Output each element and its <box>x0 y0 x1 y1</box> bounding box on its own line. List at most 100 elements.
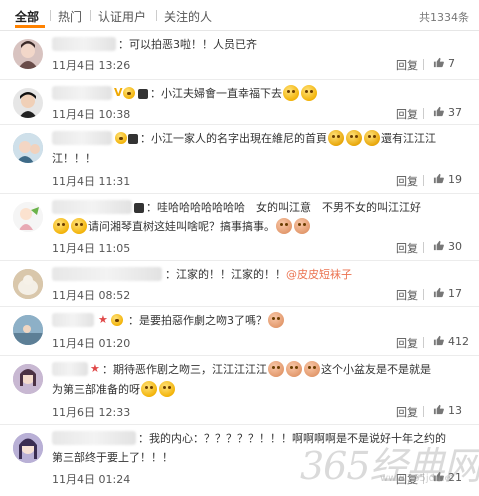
reply-button[interactable]: 回复 <box>396 173 418 189</box>
medal-icon <box>111 314 123 326</box>
heart-eyes-emoji-icon <box>268 312 284 328</box>
tab-following[interactable]: 关注的人 <box>164 8 212 25</box>
like-count: 30 <box>448 240 462 253</box>
tab-all[interactable]: 全部 <box>15 8 39 25</box>
reply-button[interactable]: 回复 <box>396 106 418 122</box>
thumbs-up-icon <box>433 287 444 298</box>
member-badge-icon <box>128 134 138 144</box>
like-button[interactable]: 17 <box>433 287 462 300</box>
crying-emoji-icon <box>268 361 284 377</box>
comment-text-line2: 请问湘琴直树这娃叫啥呢？搞事搞事。 <box>52 218 471 235</box>
avatar[interactable] <box>13 315 43 345</box>
like-button[interactable]: 37 <box>433 106 462 119</box>
username-redacted[interactable] <box>52 86 112 100</box>
reply-button[interactable]: 回复 <box>396 335 418 351</box>
comment-item: ：小江一家人的名字出現在維尼的首頁 還有江江江 江！！！ 11月4日 11:31 … <box>0 125 479 194</box>
thumbs-up-icon <box>433 173 444 184</box>
tab-divider <box>90 10 91 21</box>
laughing-emoji-icon <box>53 218 69 234</box>
thumbs-up-icon <box>433 106 444 117</box>
crying-emoji-icon <box>304 361 320 377</box>
action-divider <box>423 59 424 70</box>
comment-text: ：小江夫婦會一直幸福下去 <box>150 85 471 102</box>
username-redacted[interactable] <box>52 200 132 214</box>
comment-time: 11月4日 11:31 <box>52 175 131 188</box>
comment-item: ：江家的！！江家的！！@皮皮短袜子 11月4日 08:52 回复 17 <box>0 261 479 307</box>
thumbs-up-icon <box>433 57 444 68</box>
avatar[interactable] <box>13 269 43 299</box>
comment-text: ：是要拍惡作劇之吻3了嗎？ <box>128 312 471 329</box>
avatar[interactable] <box>13 433 43 463</box>
comment-item: ：可以拍恶3啦！！人员已齐 11月4日 13:26 回复 7 <box>0 31 479 80</box>
action-divider <box>423 242 424 253</box>
avatar[interactable] <box>13 88 43 118</box>
username-redacted[interactable] <box>52 362 88 376</box>
comment-filter-bar: 全部 热门 认证用户 关注的人 共1334条 <box>0 0 479 31</box>
action-divider <box>423 108 424 119</box>
member-badge-icon <box>134 203 144 213</box>
thumbs-up-icon <box>433 240 444 251</box>
comment-text: ：江家的！！江家的！！@皮皮短袜子 <box>165 268 352 281</box>
like-count: 19 <box>448 173 462 186</box>
username-redacted[interactable] <box>52 267 162 281</box>
username-redacted[interactable] <box>52 37 116 51</box>
action-divider <box>423 289 424 300</box>
action-divider <box>423 175 424 186</box>
like-button[interactable]: 7 <box>433 57 455 70</box>
sad-face-emoji-icon <box>301 85 317 101</box>
comment-time: 11月6日 12:33 <box>52 406 131 419</box>
laughing-emoji-icon <box>141 381 157 397</box>
thumbs-up-icon <box>433 404 444 415</box>
tab-hot[interactable]: 热门 <box>58 8 82 25</box>
thumbs-up-icon <box>433 335 444 346</box>
comment-text: ：哇哈哈哈哈哈哈哈 女的叫江意 不男不女的叫江江好 <box>146 201 421 214</box>
crying-emoji-icon <box>364 130 380 146</box>
like-button[interactable]: 19 <box>433 173 462 186</box>
comment-item: ★ ：是要拍惡作劇之吻3了嗎？ 11月4日 01:20 回复 412 <box>0 307 479 356</box>
comment-text: ：期待恶作剧之吻三，江江江江江 这个小盆友是不是就是 <box>102 361 431 377</box>
tab-verified-users[interactable]: 认证用户 <box>98 8 146 25</box>
comment-text-line2: 为第三部准备的呀 <box>52 381 471 398</box>
username-redacted[interactable] <box>52 313 94 327</box>
like-button[interactable]: 412 <box>433 335 469 348</box>
reply-button[interactable]: 回复 <box>396 240 418 256</box>
username-redacted[interactable] <box>52 431 136 445</box>
tab-divider <box>156 10 157 21</box>
avatar[interactable] <box>13 364 43 394</box>
like-count: 7 <box>448 57 455 70</box>
site-watermark-url: www.365jd.net <box>380 473 455 484</box>
mention-link[interactable]: @皮皮短袜子 <box>286 268 352 281</box>
comment-item: V ：小江夫婦會一直幸福下去 11月4日 10:38 回复 37 <box>0 80 479 125</box>
like-button[interactable]: 13 <box>433 404 462 417</box>
comment-text: ：可以拍恶3啦！！人员已齐 <box>118 38 257 51</box>
star-badge-icon: ★ <box>98 313 108 326</box>
avatar[interactable] <box>13 133 43 163</box>
reply-button[interactable]: 回复 <box>396 404 418 420</box>
comment-time: 11月4日 10:38 <box>52 108 131 121</box>
comment-text-line2: 江！！！ <box>52 152 96 165</box>
like-button[interactable]: 30 <box>433 240 462 253</box>
like-count: 412 <box>448 335 469 348</box>
reply-button[interactable]: 回复 <box>396 57 418 73</box>
tab-divider <box>50 10 51 21</box>
total-comments-count: 共1334条 <box>419 11 469 24</box>
sad-face-emoji-icon <box>283 85 299 101</box>
face-emoji-icon <box>294 218 310 234</box>
medal-icon <box>123 87 135 99</box>
verified-v-badge-icon: V <box>114 86 123 99</box>
avatar[interactable] <box>13 202 43 232</box>
action-divider <box>423 337 424 348</box>
member-badge-icon <box>138 89 148 99</box>
laughing-emoji-icon <box>159 381 175 397</box>
reply-button[interactable]: 回复 <box>396 287 418 303</box>
crying-emoji-icon <box>346 130 362 146</box>
comment-time: 11月4日 11:05 <box>52 242 131 255</box>
comment-time: 11月4日 08:52 <box>52 289 131 302</box>
avatar[interactable] <box>13 39 43 69</box>
like-count: 13 <box>448 404 462 417</box>
username-redacted[interactable] <box>52 131 112 145</box>
star-badge-icon: ★ <box>90 362 100 375</box>
crying-emoji-icon <box>328 130 344 146</box>
tab-active-indicator <box>15 25 45 28</box>
like-count: 17 <box>448 287 462 300</box>
